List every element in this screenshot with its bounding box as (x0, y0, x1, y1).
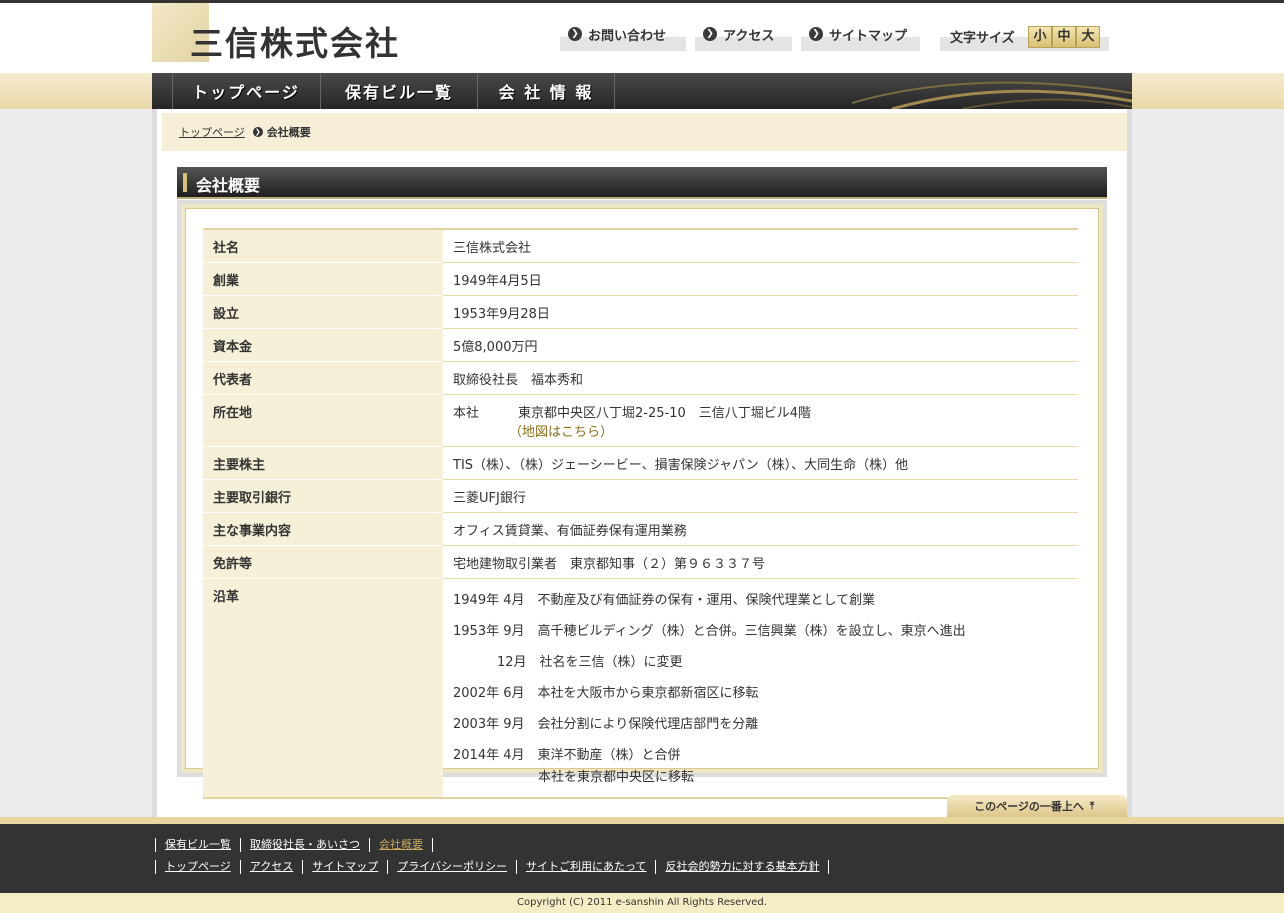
table-row-history: 沿革 1949年 4月 不動産及び有価証券の保有・運用、保険代理業として創業 1… (203, 578, 1078, 799)
footer-link-top[interactable]: トップページ (155, 860, 240, 874)
row-label: 主要取引銀行 (203, 479, 443, 513)
history-item: 1949年 4月 不動産及び有価証券の保有・運用、保険代理業として創業 (453, 593, 876, 608)
chevron-right-icon: ❯ (252, 127, 263, 137)
row-value: 三信株式会社 (443, 229, 1078, 263)
nav-company-info[interactable]: 会 社 情 報 (478, 73, 615, 109)
main-content: トップページ ❯ 会社概要 会社概要 社名 三信株式会社 創業 1949年4月5… (152, 109, 1132, 817)
font-size-switcher: 文字サイズ 小 中 大 (940, 25, 1109, 51)
row-label: 沿革 (203, 578, 443, 799)
page-top-label: このページの一番上へ (974, 800, 1084, 813)
row-label: 創業 (203, 262, 443, 296)
chevron-right-icon: ❯ (703, 27, 717, 41)
table-row: 社名 三信株式会社 (203, 229, 1078, 263)
arrow-up-icon: ⤒ (1089, 801, 1095, 812)
access-label: アクセス (723, 29, 775, 44)
row-label: 資本金 (203, 328, 443, 362)
section-title-bar: 会社概要 (177, 167, 1107, 199)
logo-text: 三信株式会社 (190, 24, 400, 63)
row-value: 1953年9月28日 (443, 295, 1078, 329)
footer-link-terms[interactable]: サイトご利用にあたって (516, 860, 655, 874)
row-value: 5億8,000万円 (443, 328, 1078, 362)
nav-top-page[interactable]: トップページ (172, 73, 321, 109)
footer-link-president-greeting[interactable]: 取締役社長・あいさつ (240, 838, 369, 852)
section-title: 会社概要 (196, 176, 261, 195)
table-row: 資本金 5億8,000万円 (203, 328, 1078, 362)
company-frame-inner: 社名 三信株式会社 創業 1949年4月5日 設立 1953年9月28日 資本金… (185, 208, 1099, 799)
table-row: 主要取引銀行 三菱UFJ銀行 (203, 479, 1078, 513)
font-size-label: 文字サイズ (950, 31, 1015, 46)
history-item: 2003年 9月 会社分割により保険代理店部門を分離 (453, 717, 759, 732)
nav-spacer (152, 73, 173, 109)
company-frame: 社名 三信株式会社 創業 1949年4月5日 設立 1953年9月28日 資本金… (177, 200, 1107, 799)
company-overview-table: 社名 三信株式会社 創業 1949年4月5日 設立 1953年9月28日 資本金… (203, 228, 1078, 799)
table-row: 免許等 宅地建物取引業者 東京都知事（２）第９６３３７号 (203, 545, 1078, 579)
chevron-right-icon: ❯ (568, 27, 582, 41)
footer-link-privacy[interactable]: プライバシーポリシー (387, 860, 516, 874)
table-row: 主要株主 TIS（株）、（株）ジェーシービー、損害保険ジャパン（株）、大同生命（… (203, 446, 1078, 480)
breadcrumb: トップページ ❯ 会社概要 (162, 113, 1127, 151)
row-value: 本社 東京都中央区八丁堀2-25-10 三信八丁堀ビル4階 （地図はこちら） (443, 394, 1078, 447)
footer-link-antisocial-policy[interactable]: 反社会的勢力に対する基本方針 (655, 860, 830, 874)
table-row-address: 所在地 本社 東京都中央区八丁堀2-25-10 三信八丁堀ビル4階 （地図はこち… (203, 394, 1078, 447)
map-link[interactable]: （地図はこちら） (509, 425, 613, 440)
access-button[interactable]: ❯ アクセス (695, 25, 792, 51)
site-footer: 保有ビル一覧 取締役社長・あいさつ 会社概要 トップページ アクセス サイトマッ… (0, 824, 1284, 893)
row-label: 主な事業内容 (203, 512, 443, 546)
contact-button[interactable]: ❯ お問い合わせ (560, 25, 686, 51)
footer-link-company-overview[interactable]: 会社概要 (369, 838, 433, 852)
logo[interactable]: 三信株式会社 (152, 3, 442, 63)
row-label: 社名 (203, 229, 443, 263)
footer-link-access[interactable]: アクセス (239, 860, 302, 874)
row-label: 設立 (203, 295, 443, 329)
font-size-small-button[interactable]: 小 (1028, 26, 1052, 48)
nav-swoosh-decoration (852, 81, 1132, 109)
row-value: 1949年4月5日 (443, 262, 1078, 296)
font-size-medium-button[interactable]: 中 (1052, 26, 1076, 48)
main-nav: トップページ 保有ビル一覧 会 社 情 報 (152, 73, 1132, 109)
table-row: 代表者 取締役社長 福本秀和 (203, 361, 1078, 395)
history-list: 1949年 4月 不動産及び有価証券の保有・運用、保険代理業として創業 1953… (443, 578, 1078, 799)
footer-divider (0, 817, 1284, 824)
breadcrumb-home-link[interactable]: トップページ (179, 124, 245, 140)
row-value: TIS（株）、（株）ジェーシービー、損害保険ジャパン（株）、大同生命（株）他 (443, 446, 1078, 480)
history-item: 1953年 9月 高千穂ビルディング（株）と合併。三信興業（株）を設立し、東京へ… (453, 624, 966, 639)
title-accent (183, 173, 187, 192)
contact-label: お問い合わせ (588, 29, 667, 44)
site-header: 三信株式会社 ❯ お問い合わせ ❯ アクセス ❯ サイトマップ 文字サイズ 小 … (0, 3, 1284, 73)
font-size-large-button[interactable]: 大 (1076, 26, 1100, 48)
row-label: 代表者 (203, 361, 443, 395)
row-value: 宅地建物取引業者 東京都知事（２）第９６３３７号 (443, 545, 1078, 579)
breadcrumb-current: 会社概要 (266, 126, 311, 139)
footer-link-buildings[interactable]: 保有ビル一覧 (155, 838, 240, 852)
footer-link-sitemap[interactable]: サイトマップ (302, 860, 387, 874)
table-row: 創業 1949年4月5日 (203, 262, 1078, 296)
page-top-button[interactable]: このページの一番上へ ⤒ (947, 795, 1127, 817)
history-item: 本社を東京都中央区に移転 (538, 770, 695, 785)
sitemap-label: サイトマップ (829, 29, 908, 44)
footer-links-row2: トップページ アクセス サイトマップ プライバシーポリシー サイトご利用にあたっ… (155, 860, 830, 874)
table-row: 主な事業内容 オフィス賃貸業、有価証券保有運用業務 (203, 512, 1078, 546)
table-row: 設立 1953年9月28日 (203, 295, 1078, 329)
company-frame-mid: 社名 三信株式会社 創業 1949年4月5日 設立 1953年9月28日 資本金… (181, 204, 1103, 799)
history-item: 2014年 4月 東洋不動産（株）と合併 (453, 748, 681, 763)
row-value: オフィス賃貸業、有価証券保有運用業務 (443, 512, 1078, 546)
history-item: 12月 社名を三信（株）に変更 (497, 655, 683, 670)
row-label: 免許等 (203, 545, 443, 579)
address-text: 本社 東京都中央区八丁堀2-25-10 三信八丁堀ビル4階 (453, 406, 812, 421)
row-value: 三菱UFJ銀行 (443, 479, 1078, 513)
footer-links-row1: 保有ビル一覧 取締役社長・あいさつ 会社概要 (155, 838, 433, 852)
row-label: 主要株主 (203, 446, 443, 480)
copyright: Copyright (C) 2011 e-sanshin All Rights … (0, 893, 1284, 913)
history-item: 2002年 6月 本社を大阪市から東京都新宿区に移転 (453, 686, 759, 701)
chevron-right-icon: ❯ (809, 27, 823, 41)
row-value: 取締役社長 福本秀和 (443, 361, 1078, 395)
row-label: 所在地 (203, 394, 443, 447)
sitemap-button[interactable]: ❯ サイトマップ (801, 25, 920, 51)
nav-buildings[interactable]: 保有ビル一覧 (321, 73, 478, 109)
